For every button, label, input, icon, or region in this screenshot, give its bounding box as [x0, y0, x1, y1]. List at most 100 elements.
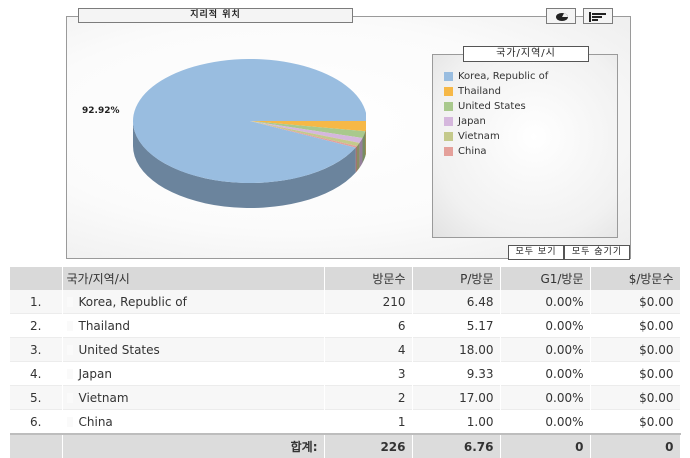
row-index: 4. — [10, 361, 63, 386]
pie-chart — [133, 59, 366, 208]
row-country-cell: Vietnam — [62, 385, 325, 410]
row-country-link[interactable]: China — [79, 415, 113, 429]
legend-swatch — [444, 147, 453, 156]
row-value: $0.00 — [590, 361, 681, 386]
row-country-link[interactable]: Japan — [79, 367, 112, 381]
table-header-row: 국가/지역/시 방문수 P/방문 G1/방문 $/방문수 — [10, 267, 681, 290]
col-index — [10, 267, 63, 290]
row-pages: 6.48 — [412, 290, 501, 314]
legend-item[interactable]: Thailand — [444, 84, 548, 99]
table-row: 3. United States 4 18.00 0.00% $0.00 — [10, 337, 681, 362]
row-country-link[interactable]: Vietnam — [79, 391, 129, 405]
legend-item[interactable]: Vietnam — [444, 129, 548, 144]
row-visits: 6 — [324, 313, 413, 338]
row-visits: 2 — [324, 385, 413, 410]
row-goal: 0.00% — [500, 290, 591, 314]
totals-index — [10, 434, 63, 458]
totals-row: 합계: 226 6.76 0 0 — [10, 434, 681, 458]
row-goal: 0.00% — [500, 313, 591, 338]
flag-icon — [66, 392, 73, 403]
row-visits: 3 — [324, 361, 413, 386]
row-visits: 1 — [324, 409, 413, 434]
legend-item[interactable]: Korea, Republic of — [444, 69, 548, 84]
legend-item[interactable]: Japan — [444, 114, 548, 129]
row-index: 5. — [10, 385, 63, 410]
row-value: $0.00 — [590, 313, 681, 338]
flag-icon — [66, 296, 73, 307]
legend-item[interactable]: China — [444, 144, 548, 159]
pie-chart-icon — [556, 13, 569, 21]
flag-icon — [66, 344, 73, 355]
row-visits: 4 — [324, 337, 413, 362]
row-country-cell: Thailand — [62, 313, 325, 338]
row-country-link[interactable]: Korea, Republic of — [79, 295, 187, 309]
legend-title: 국가/지역/시 — [463, 46, 589, 62]
legend-label: Vietnam — [458, 131, 500, 142]
row-visits: 210 — [324, 290, 413, 314]
row-value: $0.00 — [590, 337, 681, 362]
row-index: 6. — [10, 409, 63, 434]
flag-icon — [66, 320, 73, 331]
totals-goal: 0 — [500, 434, 591, 458]
bar-chart-icon — [589, 12, 606, 22]
bar-view-button[interactable] — [583, 8, 613, 24]
pie-slice[interactable] — [133, 59, 366, 183]
pie-slice-side — [356, 142, 360, 172]
row-pages: 1.00 — [412, 409, 501, 434]
pie-slice-side — [355, 146, 357, 173]
row-pages: 9.33 — [412, 361, 501, 386]
row-country-cell: Japan — [62, 361, 325, 386]
legend-label: Korea, Republic of — [458, 71, 549, 82]
col-country-header[interactable]: 국가/지역/시 — [62, 267, 325, 290]
hide-all-button[interactable]: 모두 숨기기 — [564, 245, 630, 260]
col-pages-header[interactable]: P/방문 — [412, 267, 501, 290]
legend-item[interactable]: United States — [444, 99, 548, 114]
row-value: $0.00 — [590, 385, 681, 410]
row-index: 3. — [10, 337, 63, 362]
totals-label: 합계: — [62, 434, 325, 458]
flag-icon — [66, 416, 73, 427]
col-goal-header[interactable]: G1/방문 — [500, 267, 591, 290]
totals-pages: 6.76 — [412, 434, 501, 458]
legend-label: United States — [458, 101, 526, 112]
legend-label: China — [458, 146, 487, 157]
flag-icon — [66, 368, 73, 379]
row-pages: 18.00 — [412, 337, 501, 362]
legend-label: Thailand — [458, 86, 501, 97]
row-pages: 5.17 — [412, 313, 501, 338]
row-index: 2. — [10, 313, 63, 338]
row-value: $0.00 — [590, 409, 681, 434]
table-row: 5. Vietnam 2 17.00 0.00% $0.00 — [10, 385, 681, 410]
geo-table: 국가/지역/시 방문수 P/방문 G1/방문 $/방문수 1. Korea, R… — [10, 267, 681, 458]
row-value: $0.00 — [590, 290, 681, 314]
row-country-cell: United States — [62, 337, 325, 362]
row-goal: 0.00% — [500, 361, 591, 386]
legend-swatch — [444, 87, 453, 96]
row-country-link[interactable]: United States — [79, 343, 160, 357]
legend-swatch — [444, 132, 453, 141]
row-country-link[interactable]: Thailand — [79, 319, 131, 333]
row-goal: 0.00% — [500, 409, 591, 434]
row-goal: 0.00% — [500, 337, 591, 362]
legend-swatch — [444, 72, 453, 81]
row-goal: 0.00% — [500, 385, 591, 410]
table-row: 2. Thailand 6 5.17 0.00% $0.00 — [10, 313, 681, 338]
row-pages: 17.00 — [412, 385, 501, 410]
pie-slice-side — [359, 138, 363, 168]
totals-value: 0 — [590, 434, 681, 458]
legend-swatch — [444, 102, 453, 111]
totals-visits: 226 — [324, 434, 413, 458]
col-visits-header[interactable]: 방문수 — [324, 267, 413, 290]
pie-view-button[interactable] — [546, 8, 576, 24]
show-all-button[interactable]: 모두 보기 — [508, 245, 564, 260]
table-row: 4. Japan 3 9.33 0.00% $0.00 — [10, 361, 681, 386]
col-value-header[interactable]: $/방문수 — [590, 267, 681, 290]
pie-percentage-label: 92.92% — [82, 106, 120, 116]
row-country-cell: Korea, Republic of — [62, 290, 325, 314]
table-row: 6. China 1 1.00 0.00% $0.00 — [10, 409, 681, 434]
legend-label: Japan — [458, 116, 486, 127]
row-country-cell: China — [62, 409, 325, 434]
legend-list: Korea, Republic of Thailand United State… — [444, 69, 548, 159]
legend-swatch — [444, 117, 453, 126]
table-row: 1. Korea, Republic of 210 6.48 0.00% $0.… — [10, 290, 681, 314]
